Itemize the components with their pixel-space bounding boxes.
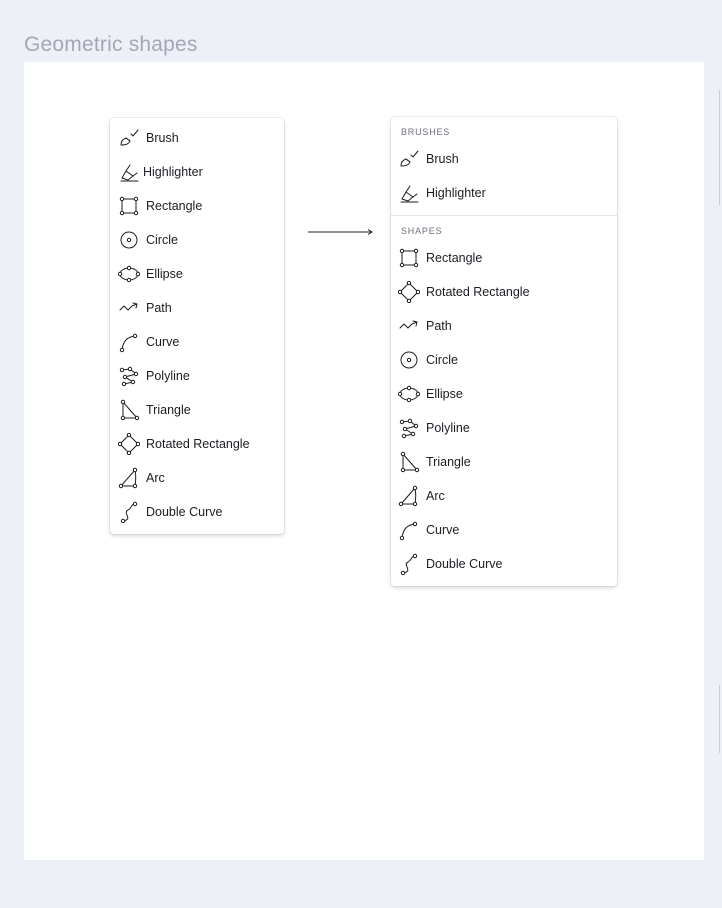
- menu-item-curve[interactable]: Curve: [110, 328, 284, 356]
- menu-item-label: Highlighter: [426, 186, 486, 200]
- shape-menu-after: BRUSHES Brush Highlighter SHAPES Rectang…: [391, 117, 617, 586]
- rectangle-icon: [118, 195, 140, 217]
- menu-item-label: Polyline: [146, 369, 190, 383]
- menu-item-label: Curve: [146, 335, 180, 349]
- right-edge-line: [719, 685, 720, 753]
- brush-icon: [118, 127, 140, 149]
- menu-item-label: Curve: [426, 523, 460, 537]
- menu-item-triangle[interactable]: Triangle: [391, 448, 617, 476]
- menu-item-label: Rotated Rectangle: [426, 285, 530, 299]
- menu-item-rectangle[interactable]: Rectangle: [110, 192, 284, 220]
- menu-item-circle[interactable]: Circle: [391, 346, 617, 374]
- menu-item-ellipse[interactable]: Ellipse: [391, 380, 617, 408]
- menu-item-label: Polyline: [426, 421, 470, 435]
- curve-icon: [118, 331, 140, 353]
- page-title: Geometric shapes: [24, 33, 198, 56]
- menu-item-label: Highlighter: [143, 165, 203, 179]
- arc-icon: [398, 485, 420, 507]
- menu-item-label: Circle: [146, 233, 178, 247]
- menu-item-rotated-rectangle[interactable]: Rotated Rectangle: [110, 430, 284, 458]
- menu-item-label: Double Curve: [426, 557, 503, 571]
- menu-item-label: Rotated Rectangle: [146, 437, 250, 451]
- polyline-icon: [118, 365, 140, 387]
- menu-item-rectangle[interactable]: Rectangle: [391, 244, 617, 272]
- menu-item-label: Ellipse: [426, 387, 463, 401]
- section-heading-shapes: SHAPES: [401, 226, 443, 236]
- highlighter-icon: [398, 182, 420, 204]
- triangle-icon: [398, 451, 420, 473]
- ellipse-icon: [118, 263, 140, 285]
- menu-item-label: Path: [146, 301, 172, 315]
- menu-item-polyline[interactable]: Polyline: [110, 362, 284, 390]
- circle-icon: [398, 349, 420, 371]
- brush-icon: [398, 148, 420, 170]
- shape-menu-before: Brush Highlighter Rectangle Circle Ellip…: [110, 118, 284, 534]
- rectangle-icon: [398, 247, 420, 269]
- circle-icon: [118, 229, 140, 251]
- menu-item-highlighter[interactable]: Highlighter: [110, 158, 284, 186]
- menu-item-path[interactable]: Path: [110, 294, 284, 322]
- menu-item-double-curve[interactable]: Double Curve: [110, 498, 284, 526]
- highlighter-icon: [118, 161, 140, 183]
- menu-item-label: Rectangle: [146, 199, 203, 213]
- rotated-rectangle-icon: [118, 433, 140, 455]
- ellipse-icon: [398, 383, 420, 405]
- menu-item-double-curve[interactable]: Double Curve: [391, 550, 617, 578]
- path-icon: [118, 297, 140, 319]
- rotated-rectangle-icon: [398, 281, 420, 303]
- menu-item-label: Triangle: [146, 403, 191, 417]
- menu-item-label: Path: [426, 319, 452, 333]
- menu-item-arc[interactable]: Arc: [110, 464, 284, 492]
- menu-item-arc[interactable]: Arc: [391, 482, 617, 510]
- menu-item-ellipse[interactable]: Ellipse: [110, 260, 284, 288]
- curve-icon: [398, 519, 420, 541]
- menu-item-triangle[interactable]: Triangle: [110, 396, 284, 424]
- menu-item-brush[interactable]: Brush: [110, 124, 284, 152]
- menu-item-label: Arc: [426, 489, 445, 503]
- section-divider: [391, 215, 617, 216]
- menu-item-curve[interactable]: Curve: [391, 516, 617, 544]
- menu-item-label: Arc: [146, 471, 165, 485]
- menu-item-label: Circle: [426, 353, 458, 367]
- triangle-icon: [118, 399, 140, 421]
- menu-item-circle[interactable]: Circle: [110, 226, 284, 254]
- arc-icon: [118, 467, 140, 489]
- menu-item-label: Triangle: [426, 455, 471, 469]
- menu-item-brush[interactable]: Brush: [391, 145, 617, 173]
- menu-item-label: Brush: [426, 152, 459, 166]
- menu-item-label: Ellipse: [146, 267, 183, 281]
- menu-item-label: Rectangle: [426, 251, 483, 265]
- path-icon: [398, 315, 420, 337]
- menu-item-path[interactable]: Path: [391, 312, 617, 340]
- menu-item-rotated-rectangle[interactable]: Rotated Rectangle: [391, 278, 617, 306]
- menu-item-highlighter[interactable]: Highlighter: [391, 179, 617, 207]
- double-curve-icon: [118, 501, 140, 523]
- section-heading-brushes: BRUSHES: [401, 127, 451, 137]
- menu-item-label: Brush: [146, 131, 179, 145]
- right-edge-line: [719, 90, 720, 205]
- menu-item-polyline[interactable]: Polyline: [391, 414, 617, 442]
- polyline-icon: [398, 417, 420, 439]
- arrow-right-icon: [308, 229, 373, 235]
- menu-item-label: Double Curve: [146, 505, 223, 519]
- double-curve-icon: [398, 553, 420, 575]
